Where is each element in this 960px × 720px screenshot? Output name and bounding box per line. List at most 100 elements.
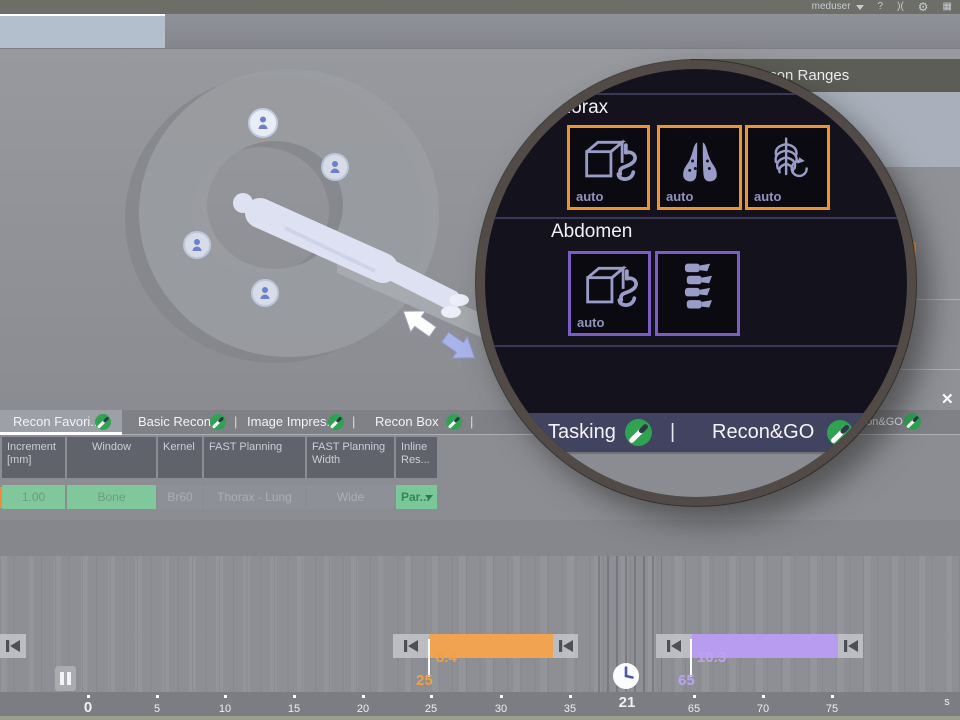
purple-range-end-handle[interactable] [838, 634, 863, 658]
cell-inline-results-dropdown[interactable]: Par... [396, 485, 437, 509]
handle-arrow-icon [664, 638, 684, 654]
ct-scanner-illustration [85, 53, 495, 383]
close-icon[interactable]: ✕ [941, 390, 954, 408]
scan-timeline: 8.4 25 10.3 65 0 5 10 15 20 25 [0, 556, 960, 692]
column-header-inline-results: Inline Res... [396, 437, 437, 478]
wait-clock-icon [612, 662, 640, 690]
edit-pencil-icon[interactable] [210, 414, 226, 430]
handle-arrow-icon [841, 638, 861, 654]
user-menu-caret-icon [856, 5, 864, 10]
orange-range-duration: 8.4 [436, 649, 457, 666]
layout-icon[interactable]: ▦ [943, 0, 952, 14]
edit-pencil-icon[interactable] [95, 414, 111, 430]
purple-range-duration: 10.3 [697, 649, 726, 666]
ruler-tick: 15 [281, 692, 307, 717]
patient-tab-strip: 33) 122333333 [0, 14, 960, 48]
tab-tasking-label[interactable]: Tasking [548, 413, 616, 452]
cell-fast-planning-width: Wide [307, 485, 394, 509]
ruler-unit: s [934, 692, 960, 712]
section-title-thorax: Thorax [549, 97, 608, 119]
ruler-tick: 75 [819, 692, 845, 717]
user-name: meduser [812, 0, 851, 14]
column-header-window: Window [67, 437, 156, 478]
recon-range-button-spine[interactable] [655, 251, 740, 336]
cube-organ-icon [581, 259, 641, 315]
ruler-tick: 20 [350, 692, 376, 717]
tab-image-impression-label[interactable]: Image Impres... [247, 410, 337, 434]
recon-range-button-thorax-abdomen-auto[interactable]: auto [567, 125, 650, 210]
application-window: meduser ? )( ⚙ ▦ 33) 122333333 [0, 0, 960, 720]
tab-basic-recon-label[interactable]: Basic Recon [138, 410, 211, 434]
edit-pencil-icon[interactable] [328, 414, 344, 430]
time-ruler: 0 5 10 15 20 25 30 35 21 65 70 75 s [0, 692, 960, 716]
ruler-tick: 30 [488, 692, 514, 717]
orange-range-start-handle[interactable] [393, 634, 429, 658]
help-icon[interactable]: ? [878, 0, 884, 14]
ruler-tick: 0 [75, 692, 101, 717]
user-menu[interactable]: meduser [812, 0, 864, 14]
tab-separator: | [234, 410, 237, 434]
tab-recon-go-label[interactable]: Recon&GO [712, 413, 814, 452]
tab-recon-favorites-label[interactable]: Recon Favori... [13, 410, 101, 434]
lungs-icon [670, 133, 730, 189]
handle-arrow-icon [401, 638, 421, 654]
ruler-tick: 25 [418, 692, 444, 717]
patient-tab[interactable]: 33) 122333333 [0, 14, 165, 48]
purple-range-start-handle[interactable] [656, 634, 692, 658]
pause-button[interactable] [55, 666, 76, 691]
magnified-tabbar: Tasking | Recon&GO [485, 413, 907, 452]
ribcage-icon [758, 133, 818, 189]
column-header-fast-planning-width: FAST Planning Width [307, 437, 394, 478]
auto-label: auto [577, 315, 604, 330]
tab-recon-box-label[interactable]: Recon Box [375, 410, 439, 434]
edit-pencil-icon[interactable] [446, 414, 462, 430]
bottom-edge [0, 716, 960, 720]
cell-kernel: Br60 [158, 485, 202, 509]
dropdown-caret-icon [425, 495, 433, 500]
settings-gear-icon[interactable]: ⚙ [918, 0, 929, 14]
cell-fast-planning: Thorax - Lung [204, 485, 305, 509]
ruler-tick: 35 [557, 692, 583, 717]
section-divider [485, 345, 907, 347]
auto-label: auto [666, 189, 693, 204]
edit-pencil-icon[interactable] [827, 420, 853, 446]
titlebar: meduser ? )( ⚙ ▦ [0, 0, 960, 14]
auto-label: auto [754, 189, 781, 204]
spine-icon [668, 259, 728, 315]
tab-separator: | [670, 413, 675, 452]
ruler-tick: 5 [144, 692, 170, 717]
ruler-tick: 70 [750, 692, 776, 717]
column-header-increment: Increment [mm] [2, 437, 65, 478]
recon-range-button-ribcage-auto[interactable]: auto [745, 125, 830, 210]
tab-separator: | [352, 410, 355, 434]
timeline-stripes [0, 556, 960, 692]
purple-range-start-value: 65 [678, 672, 695, 689]
auto-label: auto [576, 189, 603, 204]
section-title-abdomen: Abdomen [551, 221, 632, 243]
timeline-left-edge-handle[interactable] [0, 634, 26, 658]
cube-organ-icon [580, 133, 640, 189]
column-header-kernel: Kernel [158, 437, 202, 478]
column-header-fast-planning: FAST Planning [204, 437, 305, 478]
handle-arrow-icon [3, 638, 23, 654]
ruler-tick: 10 [212, 692, 238, 717]
pause-bar-icon [60, 672, 64, 685]
session-icon[interactable]: )( [897, 0, 904, 14]
timeline-spacer [0, 520, 960, 556]
recon-range-button-abdomen-auto[interactable]: auto [568, 251, 651, 336]
handle-arrow-icon [556, 638, 576, 654]
magnified-table-area [485, 452, 907, 499]
magnifier-loupe: Thorax auto [476, 60, 916, 506]
orange-range-start-value: 25 [416, 672, 433, 689]
ruler-gap-label: 21 [614, 692, 640, 714]
section-divider [485, 217, 907, 219]
section-divider [485, 93, 907, 95]
edit-pencil-icon[interactable] [625, 419, 652, 446]
cell-increment[interactable]: 1.00 [2, 485, 65, 509]
pause-bar-icon [67, 672, 71, 685]
cell-window[interactable]: Bone [67, 485, 156, 509]
tab-separator: | [470, 410, 473, 434]
recon-range-button-lungs-auto[interactable]: auto [657, 125, 742, 210]
ruler-tick: 65 [681, 692, 707, 717]
orange-range-end-handle[interactable] [553, 634, 578, 658]
